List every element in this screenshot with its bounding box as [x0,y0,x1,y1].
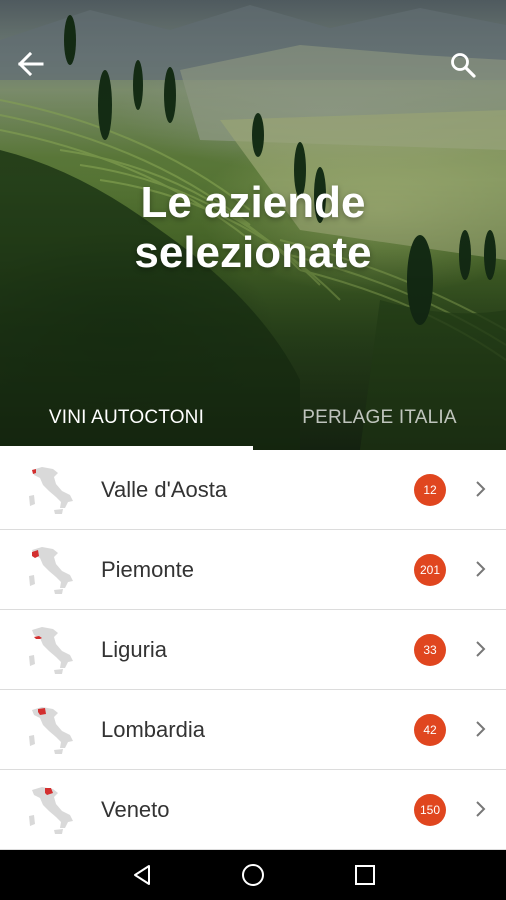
nav-home-button[interactable] [223,850,283,900]
system-navigation-bar [0,850,506,900]
list-item-lombardia[interactable]: Lombardia 42 [0,690,506,770]
page-title-line-2: selezionate [134,228,372,277]
region-name: Liguria [101,636,168,662]
back-button[interactable] [18,52,62,96]
search-icon [451,53,476,78]
list-item-veneto[interactable]: Veneto 150 [0,770,506,850]
region-list: Valle d'Aosta 12 Piemonte 201 Liguria 33 [0,450,506,850]
italy-map-icon [29,467,73,514]
italy-map-icon [29,627,73,674]
nav-recents-button[interactable] [335,850,395,900]
list-item-liguria[interactable]: Liguria 33 [0,610,506,690]
recents-square-icon [355,865,375,885]
chevron-right-icon [476,481,486,497]
count-badge: 33 [414,634,446,666]
chevron-right-icon [476,641,486,657]
count-badge: 201 [414,554,446,586]
chevron-right-icon [476,801,486,817]
tab-vini-autoctoni[interactable]: VINI AUTOCTONI [0,385,253,450]
home-circle-icon [242,864,264,886]
chevron-right-icon [476,561,486,577]
italy-map-icon [29,787,73,834]
tab-bar: VINI AUTOCTONI PERLAGE ITALIA [0,385,506,450]
nav-back-button[interactable] [112,850,172,900]
region-name: Lombardia [101,716,205,742]
arrow-left-icon [18,52,44,76]
count-badge: 150 [414,794,446,826]
list-item-valle-d-aosta[interactable]: Valle d'Aosta 12 [0,450,506,530]
region-name: Piemonte [101,556,194,582]
region-name: Veneto [101,796,170,822]
list-item-piemonte[interactable]: Piemonte 201 [0,530,506,610]
italy-map-icon [29,707,73,754]
header-image: Le aziende selezionate VINI AUTOCTONI PE… [0,0,506,450]
count-badge: 42 [414,714,446,746]
back-triangle-icon [134,865,150,885]
italy-map-icon [29,547,73,594]
tab-indicator [0,446,253,450]
region-name: Valle d'Aosta [101,476,228,502]
search-button[interactable] [450,52,494,96]
chevron-right-icon [476,721,486,737]
count-badge: 12 [414,474,446,506]
page-title-line-1: Le aziende [140,178,366,227]
page-title: Le aziende selezionate [0,178,506,278]
tab-perlage-italia[interactable]: PERLAGE ITALIA [253,385,506,450]
